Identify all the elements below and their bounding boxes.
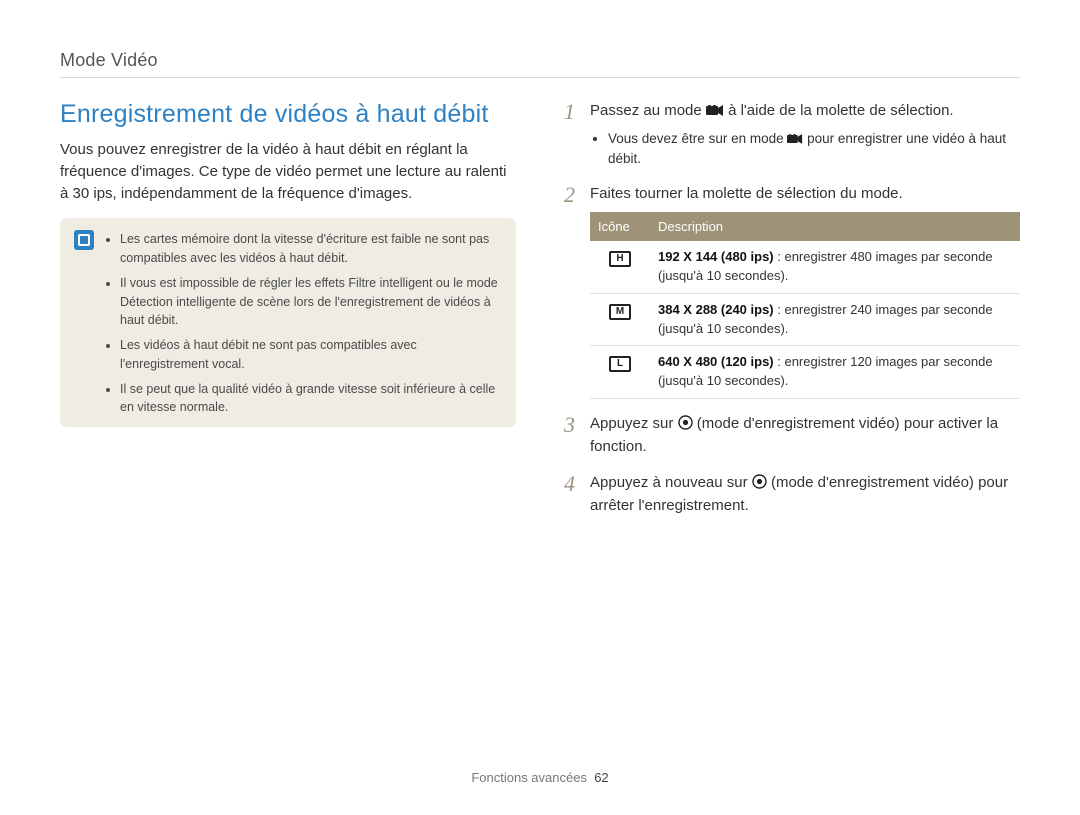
step-number: 1	[564, 100, 580, 169]
resolution-m-icon: M	[609, 304, 631, 320]
note-list: Les cartes mémoire dont la vitesse d'écr…	[104, 230, 502, 417]
step-text: Appuyez à nouveau sur	[590, 474, 752, 491]
note-item: Les vidéos à haut débit ne sont pas comp…	[120, 336, 502, 374]
page: Mode Vidéo Enregistrement de vidéos à ha…	[0, 0, 1080, 815]
table-row: L 640 X 480 (120 ips) : enregistrer 120 …	[590, 346, 1020, 399]
table-row: M 384 X 288 (240 ips) : enregistrer 240 …	[590, 293, 1020, 346]
page-header: Mode Vidéo	[60, 50, 1020, 78]
step-text: Appuyez sur	[590, 415, 678, 432]
note-item: Il se peut que la qualité vidéo à grande…	[120, 380, 502, 418]
resolution-desc: 192 X 144 (480 ips) : enregistrer 480 im…	[650, 241, 1020, 293]
resolution-icon-cell: M	[590, 293, 650, 346]
step-body: Passez au mode à l'aide de la molette de…	[590, 100, 1020, 169]
step-number: 3	[564, 413, 580, 458]
resolution-icon-cell: L	[590, 346, 650, 399]
note-box: Les cartes mémoire dont la vitesse d'écr…	[60, 218, 516, 427]
step-subitem: Vous devez être sur en mode pour enregis…	[608, 129, 1020, 170]
resolution-h-icon: H	[609, 251, 631, 267]
step-body: Faites tourner la molette de sélection d…	[590, 183, 1020, 399]
resolution-bold: 384 X 288 (240 ips)	[658, 302, 774, 317]
step-number: 2	[564, 183, 580, 399]
resolution-l-icon: L	[609, 356, 631, 372]
table-header-row: Icône Description	[590, 212, 1020, 242]
intro-paragraph: Vous pouvez enregistrer de la vidéo à ha…	[60, 139, 516, 204]
page-footer: Fonctions avancées 62	[60, 760, 1020, 785]
footer-section: Fonctions avancées	[471, 770, 587, 785]
record-button-icon	[678, 415, 693, 430]
resolution-table: Icône Description H 1	[590, 212, 1020, 400]
step-text: Passez au mode	[590, 102, 706, 119]
step-sublist: Vous devez être sur en mode pour enregis…	[590, 129, 1020, 170]
step-body: Appuyez sur (mode d'enregistrement vidéo…	[590, 413, 1020, 458]
resolution-desc: 640 X 480 (120 ips) : enregistrer 120 im…	[650, 346, 1020, 399]
section-title: Enregistrement de vidéos à haut débit	[60, 100, 516, 129]
table-header-icon: Icône	[590, 212, 650, 242]
step-text: à l'aide de la molette de sélection.	[728, 102, 954, 119]
resolution-desc: 384 X 288 (240 ips) : enregistrer 240 im…	[650, 293, 1020, 346]
step-text: Faites tourner la molette de sélection d…	[590, 185, 903, 202]
record-button-icon	[752, 474, 767, 489]
page-number: 62	[594, 770, 608, 785]
left-column: Enregistrement de vidéos à haut débit Vo…	[60, 100, 516, 760]
step-2: 2 Faites tourner la molette de sélection…	[564, 183, 1020, 399]
note-item: Les cartes mémoire dont la vitesse d'écr…	[120, 230, 502, 268]
resolution-bold: 640 X 480 (120 ips)	[658, 354, 774, 369]
right-column: 1 Passez au mode à l'aide de la molette …	[564, 100, 1020, 760]
table-header-desc: Description	[650, 212, 1020, 242]
step-4: 4 Appuyez à nouveau sur (mode d'enregist…	[564, 472, 1020, 517]
content-columns: Enregistrement de vidéos à haut débit Vo…	[60, 100, 1020, 760]
step-body: Appuyez à nouveau sur (mode d'enregistre…	[590, 472, 1020, 517]
step-subtext: Vous devez être sur en mode	[608, 131, 787, 146]
step-3: 3 Appuyez sur (mode d'enregistrement vid…	[564, 413, 1020, 458]
table-row: H 192 X 144 (480 ips) : enregistrer 480 …	[590, 241, 1020, 293]
resolution-icon-cell: H	[590, 241, 650, 293]
step-1: 1 Passez au mode à l'aide de la molette …	[564, 100, 1020, 169]
note-item: Il vous est impossible de régler les eff…	[120, 274, 502, 330]
resolution-bold: 192 X 144 (480 ips)	[658, 249, 774, 264]
step-number: 4	[564, 472, 580, 517]
movie-mode-icon	[706, 104, 724, 117]
movie-mode-icon	[787, 133, 803, 145]
steps-list: 1 Passez au mode à l'aide de la molette …	[564, 100, 1020, 517]
note-icon	[74, 230, 94, 250]
